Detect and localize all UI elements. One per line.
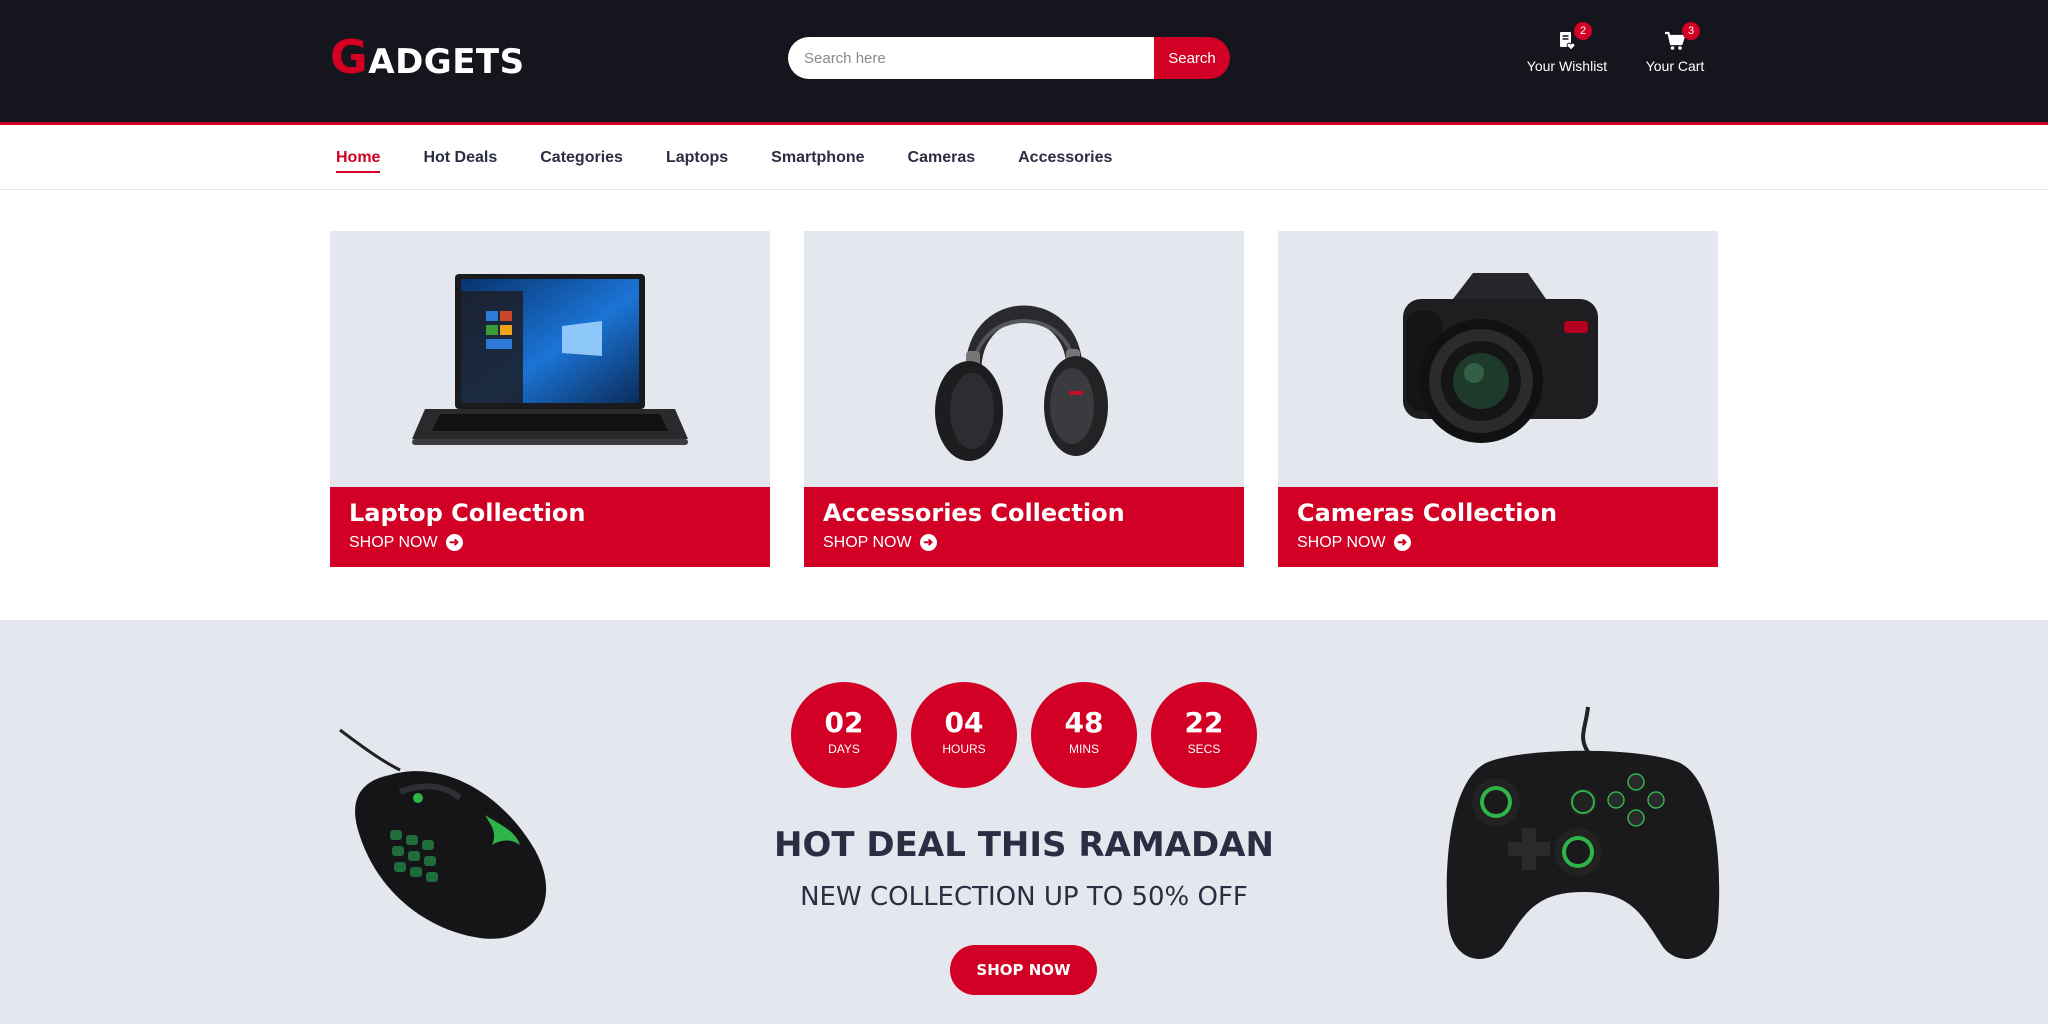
shop-now-link[interactable]: SHOP NOW ➜ (349, 534, 751, 552)
collection-title: Accessories Collection (823, 499, 1125, 527)
cart-icon: 3 (1664, 22, 1700, 52)
nav-item-accessories[interactable]: Accessories (1018, 149, 1112, 167)
cart-label: Your Cart (1645, 58, 1705, 74)
cart-link[interactable]: 3 Your Cart (1640, 22, 1710, 74)
hot-deal-title: HOT DEAL THIS RAMADAN (774, 825, 1274, 865)
cart-count-badge: 3 (1682, 22, 1700, 40)
shop-now-text: SHOP NOW (1297, 533, 1386, 551)
accessories-collection-label: Accessories Collection SHOP NOW ➜ (804, 487, 1244, 567)
countdown-mins: 48 MINS (1031, 682, 1137, 788)
search-form: Search (788, 37, 1230, 79)
nav-item-laptops[interactable]: Laptops (666, 149, 728, 167)
shop-now-text: SHOP NOW (349, 533, 438, 551)
arrow-right-icon: ➜ (919, 534, 937, 552)
search-button[interactable]: Search (1154, 37, 1230, 79)
search-input[interactable] (788, 37, 1154, 79)
countdown-hours: 04 HOURS (911, 682, 1017, 788)
cameras-collection-label: Cameras Collection SHOP NOW ➜ (1278, 487, 1718, 567)
arrow-right-icon: ➜ (445, 534, 463, 552)
countdown-unit: MINS (1069, 742, 1099, 756)
nav-item-hot-deals[interactable]: Hot Deals (423, 149, 497, 167)
camera-image (1403, 273, 1598, 443)
top-header: GADGETS Search 2 Your Wishlist 3 (0, 0, 2048, 125)
nav-item-home[interactable]: Home (336, 149, 381, 173)
countdown-unit: DAYS (828, 742, 860, 756)
nav-item-cameras[interactable]: Cameras (908, 149, 976, 167)
countdown-days: 02 DAYS (791, 682, 897, 788)
cameras-collection-card[interactable]: Cameras Collection SHOP NOW ➜ (1278, 231, 1718, 567)
countdown-value: 02 (824, 706, 864, 739)
laptop-collection-label: Laptop Collection SHOP NOW ➜ (330, 487, 770, 567)
game-controller-image (1446, 706, 1720, 959)
shop-now-link[interactable]: SHOP NOW ➜ (1297, 534, 1699, 552)
wishlist-icon: 2 (1556, 22, 1592, 52)
countdown-value: 22 (1184, 706, 1224, 739)
shop-now-text: SHOP NOW (823, 533, 912, 551)
wishlist-link[interactable]: 2 Your Wishlist (1524, 22, 1610, 74)
countdown-value: 48 (1064, 706, 1104, 739)
nav-item-categories[interactable]: Categories (540, 149, 623, 167)
accessories-collection-card[interactable]: Accessories Collection SHOP NOW ➜ (804, 231, 1244, 567)
countdown-unit: SECS (1187, 742, 1221, 756)
wishlist-label: Your Wishlist (1526, 58, 1608, 74)
countdown-unit: HOURS (942, 742, 986, 756)
site-logo[interactable]: GADGETS (330, 34, 525, 80)
collection-title: Laptop Collection (349, 499, 586, 527)
hot-deal-section: 02 DAYS 04 HOURS 48 MINS 22 SECS HOT DEAL TH… (0, 620, 2048, 1024)
laptop-collection-card[interactable]: Laptop Collection SHOP NOW ➜ (330, 231, 770, 567)
hot-deal-shop-now-button[interactable]: SHOP NOW (950, 945, 1097, 995)
countdown-value: 04 (944, 706, 984, 739)
collection-title: Cameras Collection (1297, 499, 1558, 527)
countdown-timer: 02 DAYS 04 HOURS 48 MINS 22 SECS (791, 682, 1257, 788)
main-navigation: Home Hot Deals Categories Laptops Smartphone… (0, 125, 2048, 190)
nav-item-smartphone[interactable]: Smartphone (771, 149, 864, 167)
hot-deal-subtitle: NEW COLLECTION UP TO 50% OFF (800, 882, 1248, 912)
nav-list: Home Hot Deals Categories Laptops Smartphone… (336, 125, 1155, 190)
headphones-image (935, 305, 1108, 461)
arrow-right-icon: ➜ (1393, 534, 1411, 552)
shop-now-link[interactable]: SHOP NOW ➜ (823, 534, 1225, 552)
countdown-secs: 22 SECS (1151, 682, 1257, 788)
logo-initial: G (330, 30, 369, 84)
wishlist-count-badge: 2 (1574, 22, 1592, 40)
logo-text: ADGETS (368, 42, 525, 82)
laptop-image (412, 274, 688, 445)
